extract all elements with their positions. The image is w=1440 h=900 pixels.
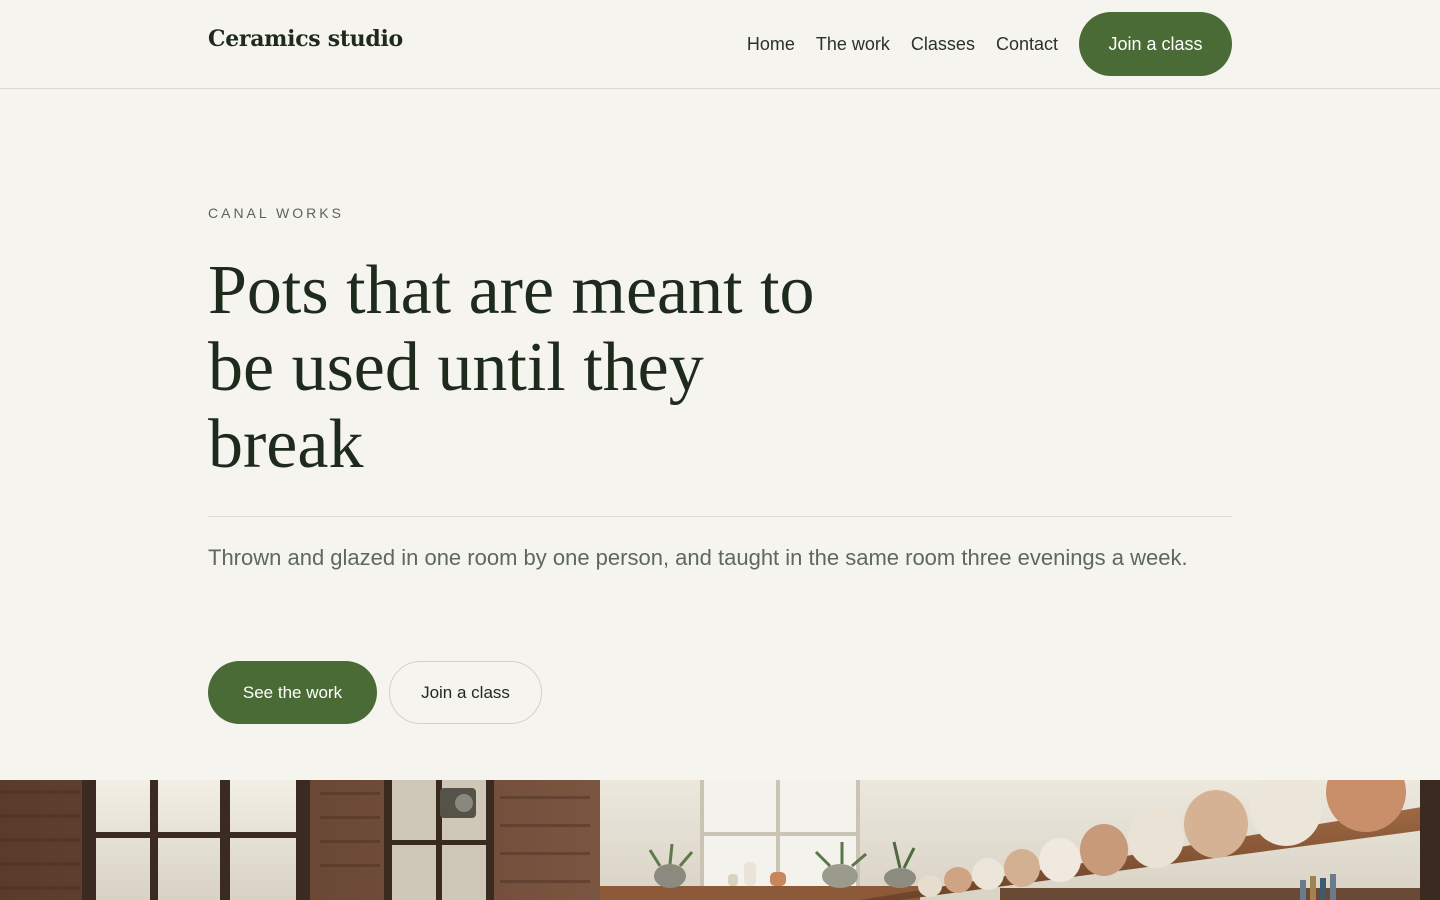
brand-logo[interactable]: Ceramics studio [208, 26, 403, 52]
nav-classes[interactable]: Classes [911, 34, 975, 55]
studio-photo-illustration [0, 780, 1440, 900]
join-class-nav-button[interactable]: Join a class [1079, 12, 1232, 76]
site-header: Ceramics studio Home The work Classes Co… [0, 0, 1440, 89]
nav-contact[interactable]: Contact [996, 34, 1058, 55]
nav-the-work[interactable]: The work [816, 34, 890, 55]
main-nav: Home The work Classes Contact Join a cla… [747, 12, 1232, 76]
hero-lede: Thrown and glazed in one room by one per… [208, 545, 1188, 570]
hero-eyebrow: CANAL WORKS [208, 205, 344, 221]
hero-divider [208, 516, 1232, 517]
nav-home[interactable]: Home [747, 34, 795, 55]
hero-headline: Pots that are meant to be used until the… [208, 252, 815, 483]
see-the-work-button[interactable]: See the work [208, 661, 377, 724]
join-class-button[interactable]: Join a class [389, 661, 542, 724]
studio-photo [0, 780, 1440, 900]
